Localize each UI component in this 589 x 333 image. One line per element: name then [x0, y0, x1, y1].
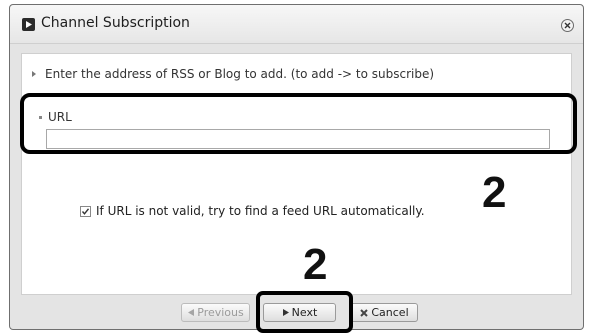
dialog-title: Channel Subscription: [41, 15, 190, 31]
url-highlight-annotation: [20, 93, 577, 154]
dialog-title-bar: Channel Subscription: [10, 5, 583, 44]
step-number-bottom: 2: [303, 240, 328, 289]
bullet-arrow-icon: [32, 71, 36, 77]
channel-subscription-dialog: Channel Subscription Enter the address o…: [9, 4, 584, 330]
next-highlight-annotation: [256, 291, 353, 333]
auto-find-feed-checkbox[interactable]: [80, 206, 91, 217]
cancel-button[interactable]: Cancel: [350, 303, 418, 322]
auto-find-feed-label[interactable]: If URL is not valid, try to find a feed …: [96, 204, 425, 218]
close-icon[interactable]: [561, 19, 574, 32]
instruction-text: Enter the address of RSS or Blog to add.…: [45, 67, 435, 81]
cancel-icon: [359, 308, 369, 318]
cancel-button-label: Cancel: [371, 306, 409, 319]
channel-icon: [22, 18, 35, 31]
previous-button[interactable]: Previous: [181, 303, 250, 322]
arrow-left-icon: [187, 308, 195, 317]
step-number-right: 2: [482, 168, 507, 217]
previous-button-label: Previous: [197, 306, 244, 319]
